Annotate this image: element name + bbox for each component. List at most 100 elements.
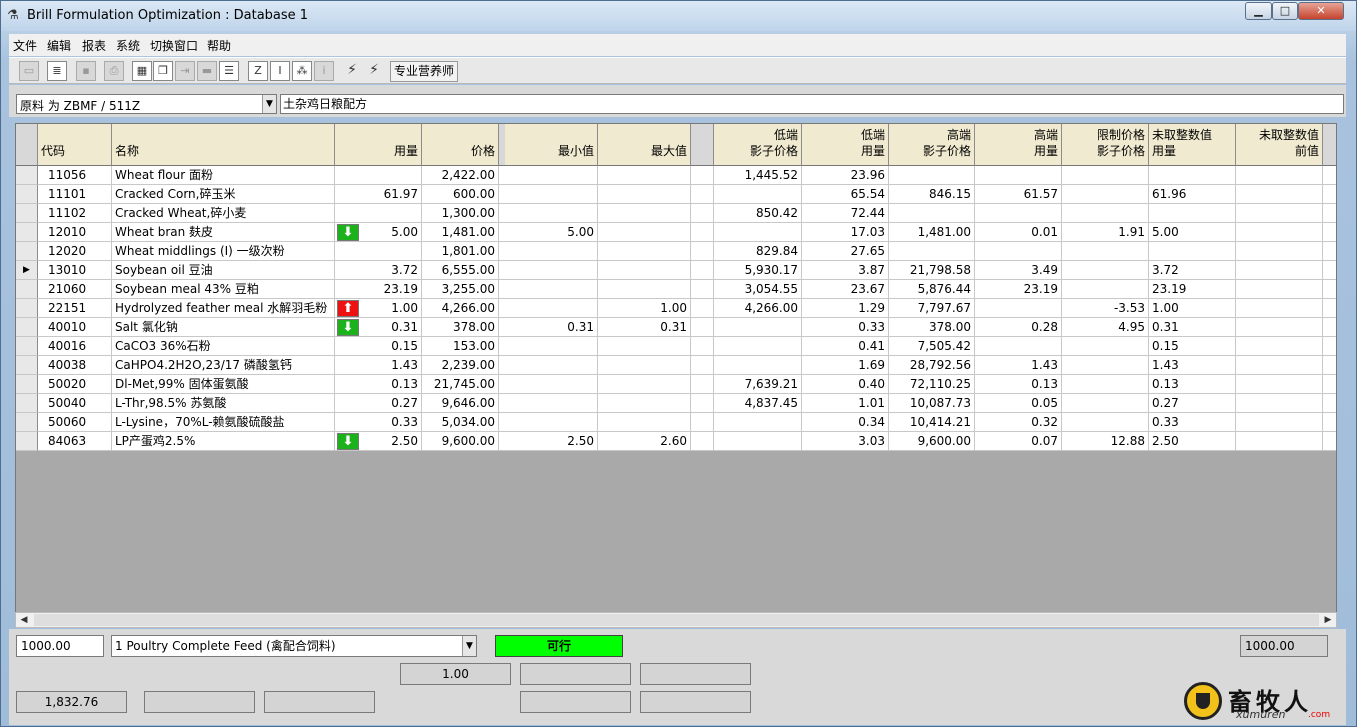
cell-low_shadow[interactable]: 3,054.55 xyxy=(714,280,802,299)
cell-max[interactable] xyxy=(598,261,691,280)
chevron-down-icon[interactable]: ▼ xyxy=(462,636,476,656)
cell-high_shadow[interactable]: 378.00 xyxy=(889,318,975,337)
cell-price[interactable]: 378.00 xyxy=(422,318,499,337)
cell-prev[interactable] xyxy=(1236,204,1323,223)
column-header-amount[interactable]: 用量 xyxy=(335,124,422,166)
cell-limit_price[interactable] xyxy=(1062,394,1149,413)
folder-icon[interactable]: ▬ xyxy=(197,61,217,81)
cell-high_amount[interactable]: 0.28 xyxy=(975,318,1062,337)
cell-low_amount[interactable]: 3.87 xyxy=(802,261,889,280)
cell-high_shadow[interactable]: 7,505.42 xyxy=(889,337,975,356)
column-header-sel[interactable] xyxy=(16,124,38,166)
cell-high_shadow[interactable]: 72,110.25 xyxy=(889,375,975,394)
cell-unrounded[interactable]: 0.13 xyxy=(1149,375,1236,394)
cell-code[interactable]: 50060 xyxy=(38,413,112,432)
cell-prev[interactable] xyxy=(1236,375,1323,394)
cell-code[interactable]: 50040 xyxy=(38,394,112,413)
cell-prev[interactable] xyxy=(1236,185,1323,204)
print-icon[interactable]: ⎙ xyxy=(104,61,124,81)
cell-low_amount[interactable]: 65.54 xyxy=(802,185,889,204)
i-icon[interactable]: I xyxy=(270,61,290,81)
cell-prev[interactable] xyxy=(1236,242,1323,261)
cell-high_amount[interactable] xyxy=(975,337,1062,356)
column-header-limit_price[interactable]: 限制价格 影子价格 xyxy=(1062,124,1149,166)
cell-limit_price[interactable] xyxy=(1062,413,1149,432)
cell-low_shadow[interactable] xyxy=(714,356,802,375)
tree-icon[interactable]: ⁂ xyxy=(292,61,312,81)
column-header-g4[interactable] xyxy=(703,124,714,166)
cell-unrounded[interactable]: 5.00 xyxy=(1149,223,1236,242)
properties-icon[interactable]: ☰ xyxy=(219,61,239,81)
cell-min[interactable]: 2.50 xyxy=(505,432,598,451)
cell-unrounded[interactable]: 2.50 xyxy=(1149,432,1236,451)
cell-high_shadow[interactable] xyxy=(889,242,975,261)
cell-name[interactable]: Wheat flour 面粉 xyxy=(112,166,335,185)
cell-max[interactable] xyxy=(598,185,691,204)
cell-high_amount[interactable]: 61.57 xyxy=(975,185,1062,204)
column-header-high_amount[interactable]: 高端 用量 xyxy=(975,124,1062,166)
column-header-code[interactable]: 代码 xyxy=(38,124,112,166)
cell-min[interactable] xyxy=(505,356,598,375)
cell-high_shadow[interactable]: 10,414.21 xyxy=(889,413,975,432)
cell-high_shadow[interactable]: 5,876.44 xyxy=(889,280,975,299)
cell-amount[interactable]: 0.33 xyxy=(335,413,422,432)
minimize-button[interactable]: ▁ xyxy=(1245,2,1272,20)
layout-icon[interactable]: ▦ xyxy=(132,61,152,81)
row-selector[interactable] xyxy=(16,432,38,451)
cell-prev[interactable] xyxy=(1236,432,1323,451)
cell-low_shadow[interactable] xyxy=(714,432,802,451)
cell-prev[interactable] xyxy=(1236,337,1323,356)
menu-help[interactable]: 帮助 xyxy=(207,37,231,54)
cell-low_amount[interactable]: 0.34 xyxy=(802,413,889,432)
cell-high_amount[interactable] xyxy=(975,204,1062,223)
source-dropdown[interactable]: 原料 为 ZBMF / 511Z ▼ xyxy=(16,94,277,114)
title-bar[interactable]: ⚗ Brill Formulation Optimization : Datab… xyxy=(1,1,1356,31)
cell-limit_price[interactable] xyxy=(1062,242,1149,261)
cell-unrounded[interactable] xyxy=(1149,204,1236,223)
cell-name[interactable]: Salt 氯化钠 xyxy=(112,318,335,337)
cell-max[interactable]: 0.31 xyxy=(598,318,691,337)
cell-prev[interactable] xyxy=(1236,394,1323,413)
cell-max[interactable] xyxy=(598,375,691,394)
cell-prev[interactable] xyxy=(1236,280,1323,299)
cell-limit_price[interactable]: 12.88 xyxy=(1062,432,1149,451)
cell-high_amount[interactable]: 0.07 xyxy=(975,432,1062,451)
cell-max[interactable] xyxy=(598,413,691,432)
row-selector[interactable] xyxy=(16,356,38,375)
cell-price[interactable]: 1,801.00 xyxy=(422,242,499,261)
cell-price[interactable]: 3,255.00 xyxy=(422,280,499,299)
cell-amount[interactable]: 0.13 xyxy=(335,375,422,394)
cell-high_amount[interactable]: 0.32 xyxy=(975,413,1062,432)
cell-high_shadow[interactable]: 1,481.00 xyxy=(889,223,975,242)
cell-max[interactable] xyxy=(598,166,691,185)
cell-high_amount[interactable] xyxy=(975,299,1062,318)
cell-low_amount[interactable]: 23.96 xyxy=(802,166,889,185)
cell-code[interactable]: 21060 xyxy=(38,280,112,299)
column-header-max[interactable]: 最大值 xyxy=(598,124,691,166)
cell-min[interactable] xyxy=(505,242,598,261)
cell-name[interactable]: Cracked Wheat,碎小麦 xyxy=(112,204,335,223)
cell-low_amount[interactable]: 3.03 xyxy=(802,432,889,451)
cell-low_shadow[interactable]: 5,930.17 xyxy=(714,261,802,280)
cell-low_shadow[interactable]: 4,837.45 xyxy=(714,394,802,413)
cell-amount[interactable]: 23.19 xyxy=(335,280,422,299)
cell-low_amount[interactable]: 1.69 xyxy=(802,356,889,375)
cell-code[interactable]: 11056 xyxy=(38,166,112,185)
cell-low_shadow[interactable]: 7,639.21 xyxy=(714,375,802,394)
cell-unrounded[interactable]: 1.00 xyxy=(1149,299,1236,318)
cell-amount[interactable]: 0.15 xyxy=(335,337,422,356)
cell-low_shadow[interactable]: 829.84 xyxy=(714,242,802,261)
column-header-unrounded[interactable]: 未取整数值 用量 xyxy=(1149,124,1236,166)
cell-low_amount[interactable]: 1.01 xyxy=(802,394,889,413)
cell-limit_price[interactable] xyxy=(1062,356,1149,375)
cell-high_shadow[interactable]: 9,600.00 xyxy=(889,432,975,451)
menu-edit[interactable]: 编辑 xyxy=(47,37,71,54)
cell-amount[interactable]: 3.72 xyxy=(335,261,422,280)
cell-prev[interactable] xyxy=(1236,261,1323,280)
row-selector[interactable] xyxy=(16,242,38,261)
row-selector[interactable]: ▶ xyxy=(16,261,38,280)
cell-unrounded[interactable]: 0.15 xyxy=(1149,337,1236,356)
cell-unrounded[interactable]: 0.33 xyxy=(1149,413,1236,432)
cell-high_shadow[interactable]: 846.15 xyxy=(889,185,975,204)
cell-code[interactable]: 50020 xyxy=(38,375,112,394)
